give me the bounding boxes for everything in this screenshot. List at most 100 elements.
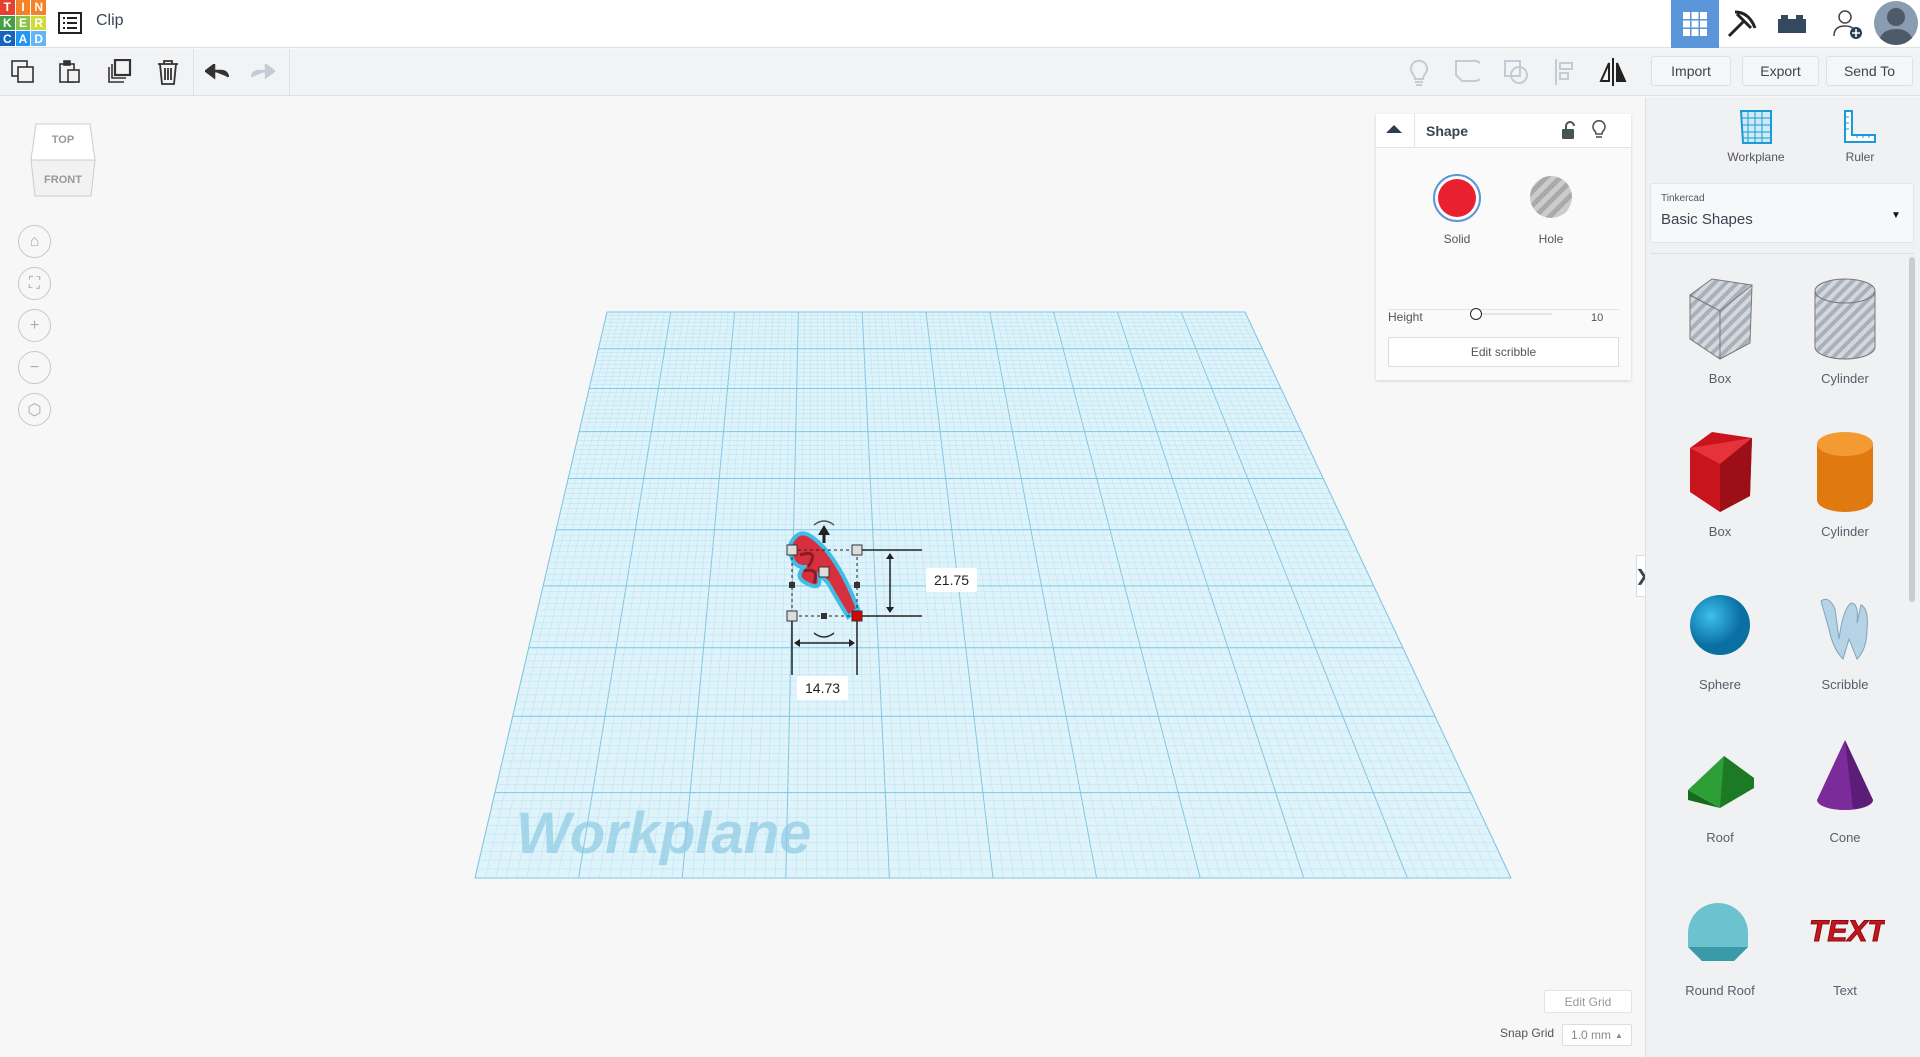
- library-shape-roundroof[interactable]: Round Roof: [1660, 887, 1780, 998]
- undo-icon[interactable]: [199, 54, 235, 90]
- snap-grid-select[interactable]: 1.0 mm ▲: [1562, 1024, 1632, 1046]
- shape-label: Box: [1708, 524, 1732, 539]
- caret-up-icon: ▲: [1615, 1030, 1623, 1040]
- design-title[interactable]: Clip: [96, 12, 124, 30]
- snap-grid-label: Snap Grid: [1500, 1026, 1555, 1040]
- height-slider[interactable]: [1474, 313, 1552, 315]
- depth-dimension-label[interactable]: 21.75: [926, 568, 978, 592]
- library-shape-sphere[interactable]: Sphere: [1660, 581, 1780, 692]
- height-slider-handle[interactable]: [1470, 308, 1482, 320]
- shape-label: Sphere: [1699, 677, 1741, 692]
- library-shape-cyl[interactable]: Cylinder: [1785, 428, 1905, 539]
- solid-label: Solid: [1443, 232, 1471, 246]
- zoom-in-icon[interactable]: +: [18, 309, 51, 342]
- scribble-shape-selected[interactable]: [770, 515, 950, 675]
- lightbulb-icon[interactable]: [1401, 54, 1437, 90]
- rotate-handle-icon: [813, 520, 835, 526]
- library-shape-roof[interactable]: Roof: [1660, 734, 1780, 845]
- logo-letter: E: [15, 15, 31, 31]
- redo-icon[interactable]: [245, 54, 281, 90]
- resize-handle: [786, 610, 798, 622]
- rotate-handle-icon: [813, 632, 835, 638]
- view-cube[interactable]: TOP FRONT: [30, 122, 96, 198]
- shape-label: Scribble: [1821, 677, 1869, 692]
- collapse-panel-icon[interactable]: [1386, 122, 1402, 140]
- lock-icon[interactable]: [1562, 121, 1576, 144]
- cyl-hole-icon: [1814, 278, 1876, 360]
- logo-letter: A: [15, 31, 31, 46]
- tinkercad-logo[interactable]: TIN KER CAD: [0, 0, 46, 46]
- edit-grid-button[interactable]: Edit Grid: [1544, 990, 1632, 1013]
- view-cube-front[interactable]: FRONT: [30, 174, 96, 186]
- send-to-button[interactable]: Send To: [1826, 56, 1913, 86]
- cyl-icon: [1817, 432, 1873, 512]
- view-cube-top[interactable]: TOP: [30, 134, 96, 146]
- ruler-tool[interactable]: Ruler: [1800, 109, 1920, 164]
- library-shape-cone[interactable]: Cone: [1785, 734, 1905, 845]
- workplane-tool[interactable]: Workplane: [1696, 109, 1816, 164]
- duplicate-icon[interactable]: [101, 54, 137, 90]
- resize-handle: [818, 566, 830, 578]
- library-shape-box-hole[interactable]: Box: [1660, 275, 1780, 386]
- import-button[interactable]: Import: [1651, 56, 1731, 86]
- shape-label: Box: [1708, 371, 1732, 386]
- shape-label: Text: [1833, 983, 1857, 998]
- delete-icon[interactable]: [150, 54, 186, 90]
- cone-icon: [1817, 740, 1873, 810]
- lift-arrow-icon: [818, 525, 830, 535]
- zoom-out-icon[interactable]: −: [18, 351, 51, 384]
- roundroof-icon: [1688, 903, 1748, 961]
- top-bar: TIN KER CAD Clip: [0, 0, 1920, 48]
- library-source-label: Tinkercad: [1661, 193, 1705, 204]
- fit-view-icon[interactable]: ⛶: [18, 267, 51, 300]
- shape-label: Cylinder: [1821, 524, 1869, 539]
- snap-grid-value: 1.0 mm: [1571, 1028, 1612, 1042]
- library-scrollbar[interactable]: [1909, 257, 1915, 602]
- export-button[interactable]: Export: [1742, 56, 1819, 86]
- workplane-icon: [1739, 110, 1772, 144]
- workplane-label: Workplane: [1727, 150, 1785, 164]
- scribble-icon: [1820, 598, 1868, 660]
- invite-user-icon[interactable]: [1832, 8, 1864, 45]
- dropdown-arrow-icon: ▼: [1891, 210, 1901, 221]
- logo-letter: N: [31, 0, 46, 15]
- resize-handle: [851, 544, 863, 556]
- perspective-icon[interactable]: ⬡: [18, 393, 51, 426]
- align-icon[interactable]: [1547, 54, 1583, 90]
- height-value[interactable]: 10: [1591, 312, 1603, 324]
- logo-letter: R: [31, 15, 46, 31]
- solid-color-button[interactable]: [1433, 174, 1481, 222]
- library-shape-cyl-hole[interactable]: Cylinder: [1785, 275, 1905, 386]
- group-icon[interactable]: [1449, 54, 1485, 90]
- shape-label: Roof: [1706, 830, 1734, 845]
- avatar[interactable]: [1874, 1, 1918, 45]
- library-shape-scribble[interactable]: Scribble: [1785, 581, 1905, 692]
- paste-icon[interactable]: [52, 54, 88, 90]
- edit-scribble-button[interactable]: Edit scribble: [1388, 337, 1619, 367]
- svg-text:TEXT: TEXT: [1809, 915, 1885, 948]
- roof-icon: [1688, 756, 1754, 808]
- codeblocks-pickaxe-icon[interactable]: [1725, 8, 1757, 45]
- shape-library-panel: Workplane Ruler Tinkercad Basic Shapes ▼…: [1645, 97, 1920, 1057]
- bricks-icon[interactable]: [1778, 14, 1806, 39]
- library-category-dropdown[interactable]: Tinkercad Basic Shapes ▼: [1650, 183, 1914, 243]
- sphere-icon: [1690, 595, 1750, 655]
- library-category-value: Basic Shapes: [1661, 211, 1753, 228]
- shape-label: Cylinder: [1821, 371, 1869, 386]
- hole-button[interactable]: [1530, 176, 1572, 218]
- library-shape-text[interactable]: TEXT Text: [1785, 887, 1905, 999]
- home-icon[interactable]: ⌂: [18, 225, 51, 258]
- toolbar: Import Export Send To: [0, 49, 1920, 96]
- logo-letter: C: [0, 31, 15, 46]
- copy-icon[interactable]: [5, 54, 41, 90]
- mirror-icon[interactable]: [1595, 54, 1631, 90]
- 3d-design-view-icon[interactable]: [1671, 0, 1719, 48]
- width-dimension-label[interactable]: 14.73: [797, 676, 849, 700]
- shape-inspector-panel: Shape Solid Hole Height 10 Edit scribble: [1376, 114, 1631, 380]
- library-shape-box[interactable]: Box: [1660, 428, 1780, 539]
- ungroup-icon[interactable]: [1498, 54, 1534, 90]
- ruler-label: Ruler: [1845, 150, 1875, 164]
- lightbulb-icon[interactable]: [1592, 119, 1606, 145]
- box-hole-icon: [1689, 278, 1753, 360]
- design-list-icon[interactable]: [58, 12, 82, 39]
